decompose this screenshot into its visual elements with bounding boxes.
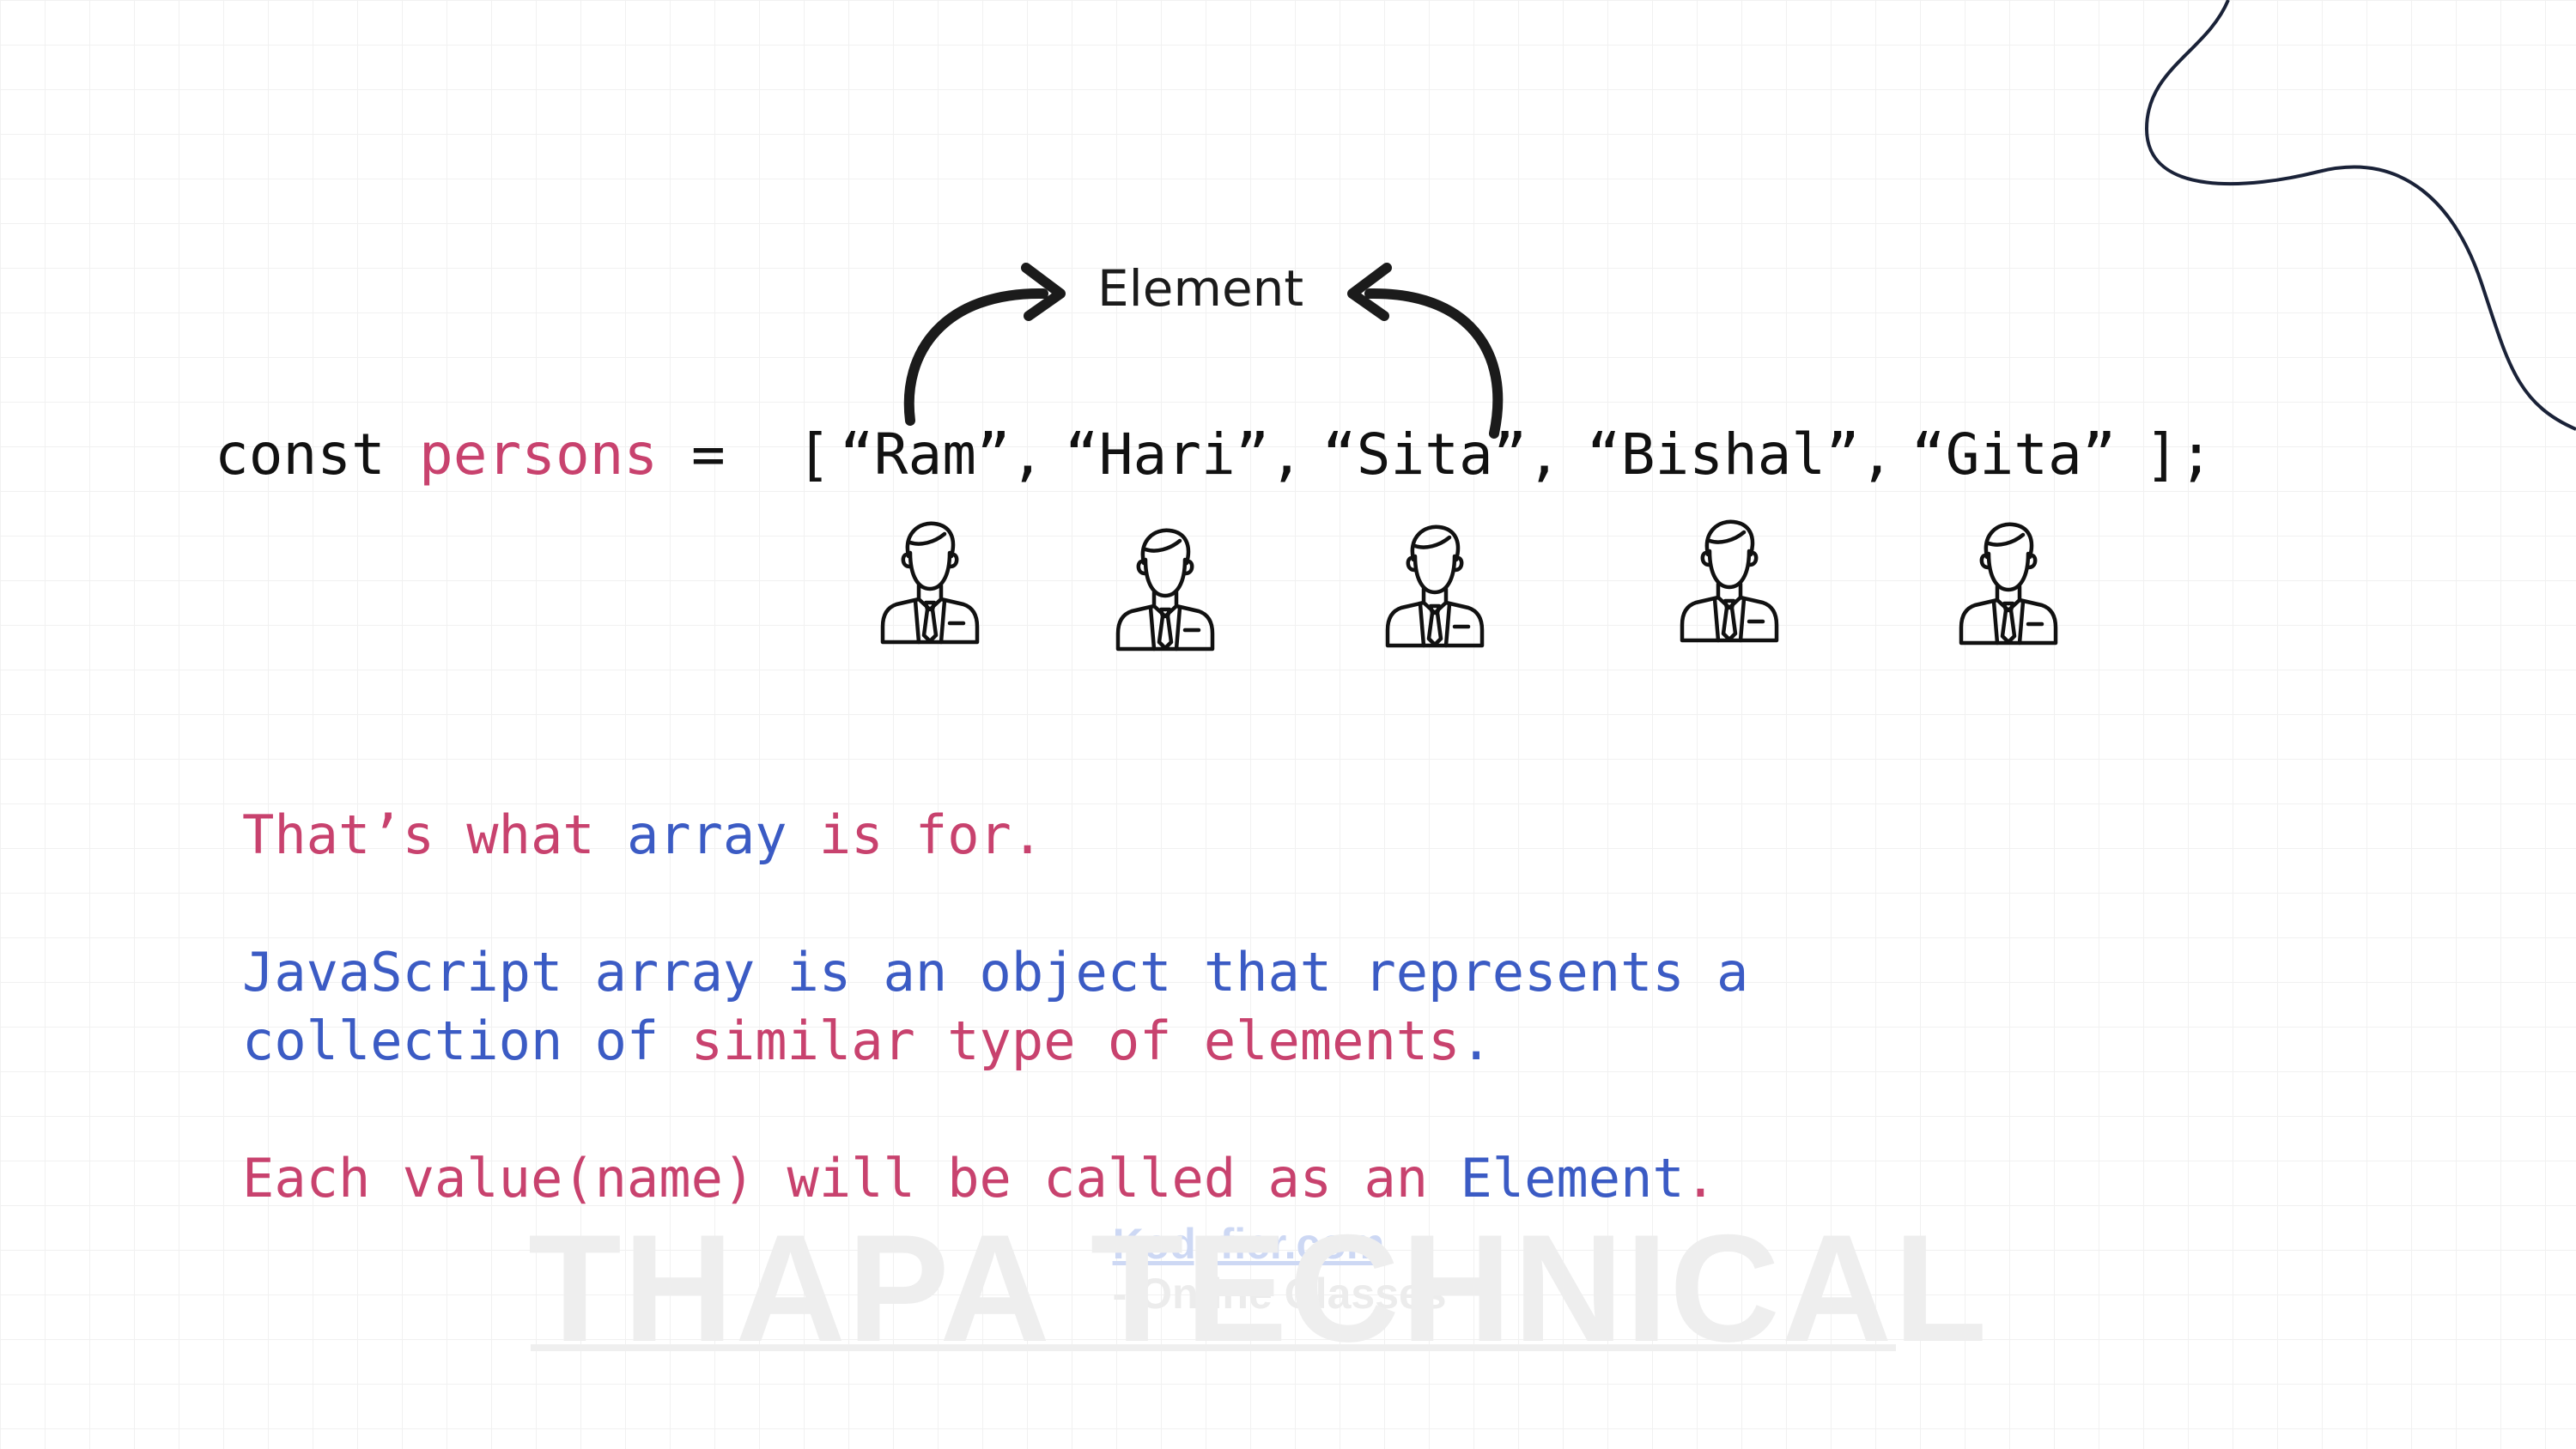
explanation-line-2: JavaScript array is an object that repre… (242, 941, 1749, 1003)
array-item-ram: “Ram”, (840, 421, 1045, 488)
person-ram-icon (878, 517, 981, 646)
decorative-curve (2144, 0, 2576, 431)
explanation-line-4-a: Each value(name) will be called as an (242, 1147, 1429, 1210)
explanation-line-3-c: . (1460, 1009, 1492, 1072)
code-operator: = (691, 421, 726, 488)
code-keyword: const (215, 421, 386, 488)
explanation-line-3: collection of similar type of elements. (242, 1015, 1492, 1068)
explanation-line-1-c: is for. (818, 803, 1044, 866)
array-item-sita: “Sita”, (1322, 421, 1562, 488)
array-item-bishal: “Bishal”, (1587, 421, 1894, 488)
watermark-underline (531, 1344, 1896, 1351)
explanation-line-1: That’s what array is for. (242, 809, 1043, 862)
explanation-line-4-b: Element (1460, 1147, 1685, 1210)
person-gita-icon (1956, 518, 2059, 646)
explanation-line-3-b: similar type of elements (690, 1009, 1461, 1072)
explanation-line-4: Each value(name) will be called as an El… (242, 1152, 1716, 1205)
code-variable: persons (419, 421, 659, 488)
right-curved-arrow-icon (1347, 263, 1504, 439)
left-curved-arrow-icon (903, 263, 1066, 426)
code-close: ]; (2145, 421, 2214, 488)
explanation-line-1-b: array (626, 803, 787, 866)
person-sita-icon (1382, 520, 1485, 649)
explanation-line-1-a: That’s what (242, 803, 595, 866)
explanation-line-3-a: collection of (242, 1009, 659, 1072)
element-label: Element (1097, 259, 1304, 318)
explanation-line-4-c: . (1684, 1147, 1717, 1210)
person-bishal-icon (1677, 515, 1780, 644)
person-hari-icon (1113, 524, 1216, 652)
code-open-bracket: [ (797, 421, 831, 488)
array-item-hari: “Hari”, (1065, 421, 1304, 488)
array-item-gita: “Gita” (1911, 421, 2117, 488)
